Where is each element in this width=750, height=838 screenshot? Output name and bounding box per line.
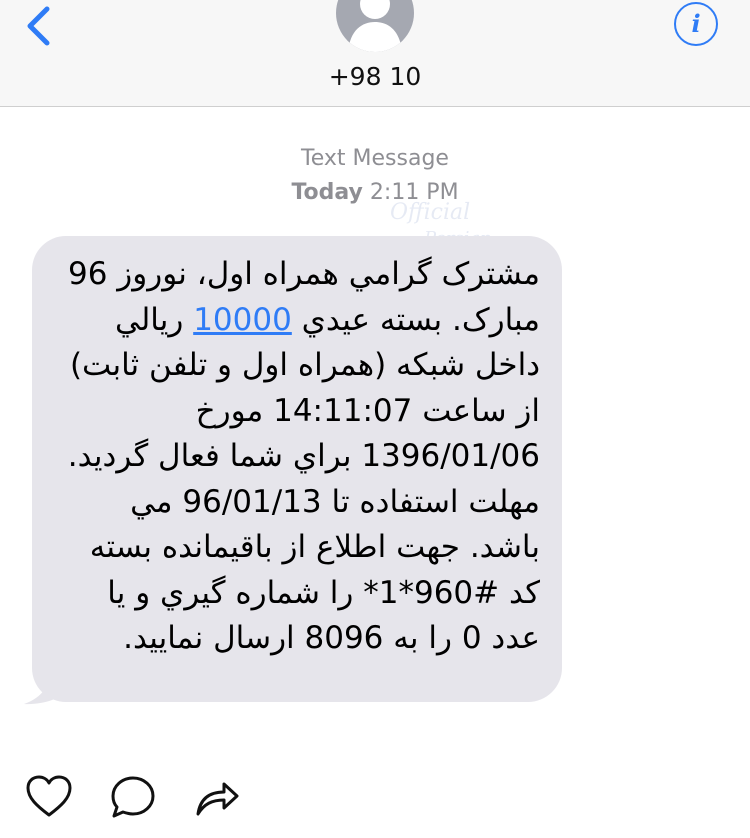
person-silhouette-icon	[348, 0, 402, 52]
chevron-left-icon	[27, 6, 50, 46]
conversation-header: +98 10 i	[0, 0, 750, 107]
comment-button[interactable]	[108, 772, 158, 822]
back-button[interactable]	[14, 4, 62, 48]
message-service-label: Text Message	[301, 146, 449, 171]
share-button[interactable]	[192, 772, 242, 822]
message-text-part-2: ريالي داخل شبکه (همراه اول و تلفن ثابت) …	[67, 301, 540, 657]
contact-name[interactable]: +98 10	[0, 62, 750, 91]
timestamp-day: Today	[291, 180, 363, 205]
heart-icon	[26, 775, 72, 817]
info-icon: i	[691, 9, 701, 38]
watermark-text-official: Official	[390, 200, 471, 225]
info-button[interactable]: i	[674, 2, 718, 46]
like-button[interactable]	[24, 772, 74, 822]
comment-icon	[111, 776, 155, 818]
avatar[interactable]	[336, 0, 414, 52]
share-icon	[196, 782, 239, 816]
message-text: مشترک گرامي همراه اول، نوروز 96 مبارک. ب…	[62, 252, 540, 662]
message-link-amount[interactable]: 10000	[193, 302, 292, 338]
